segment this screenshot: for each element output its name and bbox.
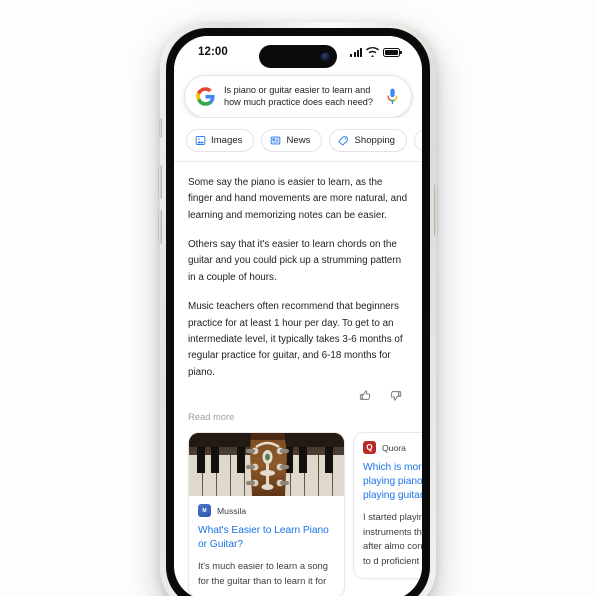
news-icon	[271, 136, 281, 145]
chip-videos[interactable]: Videos	[414, 128, 422, 152]
dynamic-island	[259, 45, 337, 68]
images-icon	[195, 135, 206, 145]
google-logo-icon	[196, 87, 215, 106]
chip-label: News	[286, 134, 311, 146]
chip-shopping[interactable]: Shopping	[329, 128, 408, 152]
microphone-icon[interactable]	[385, 88, 400, 105]
quora-favicon: Q	[363, 441, 376, 455]
feedback-controls[interactable]	[188, 387, 408, 402]
card-source-name: Quora	[382, 442, 406, 453]
filter-chips[interactable]: Images News Shopping	[174, 117, 422, 161]
card-snippet: I started playing instruments th now, af…	[363, 511, 422, 567]
thumbs-down-icon[interactable]	[389, 389, 402, 402]
phone-device: 12:00 Is piano or guitar easier to learn…	[158, 22, 438, 596]
phone-bezel: 12:00 Is piano or guitar easier to learn…	[166, 28, 430, 596]
card-snippet: It's much easier to learn a song for the…	[198, 560, 328, 586]
status-bar: 12:00	[174, 36, 422, 68]
answer-paragraph: Others say that it's easier to learn cho…	[188, 239, 402, 283]
guitar-headstock-on-piano-keys-photo	[189, 433, 344, 497]
card-title[interactable]: Which is more playing piano playing guit…	[363, 461, 422, 503]
chip-label: Images	[211, 134, 243, 146]
search-bar[interactable]: Is piano or guitar easier to learn and h…	[184, 75, 412, 118]
result-card-quora[interactable]: Q Quora Which is more playing piano play…	[353, 432, 422, 579]
cellular-signal-icon	[350, 47, 362, 57]
card-body: Q Quora Which is more playing piano play…	[354, 433, 422, 577]
chip-label: Shopping	[354, 134, 396, 146]
answer-paragraph: Music teachers often recommend that begi…	[188, 301, 403, 378]
card-source: M Mussila	[198, 504, 335, 518]
silence-switch[interactable]	[159, 118, 162, 138]
card-source-name: Mussila	[217, 505, 247, 516]
ai-answer: Some say the piano is easier to learn, a…	[174, 161, 422, 433]
result-card-mussila[interactable]: M Mussila What's Easier to Learn Piano o…	[188, 432, 345, 596]
volume-down-button[interactable]	[158, 210, 162, 244]
chip-images[interactable]: Images	[186, 128, 255, 152]
page-root: 12:00 Is piano or guitar easier to learn…	[0, 0, 596, 596]
phone-screen: 12:00 Is piano or guitar easier to learn…	[174, 36, 422, 596]
wifi-icon	[366, 47, 379, 57]
shopping-tag-icon	[339, 136, 349, 146]
battery-full-icon	[383, 47, 402, 57]
chip-news[interactable]: News	[261, 128, 323, 152]
front-camera-icon	[321, 52, 330, 61]
mussila-favicon: M	[198, 504, 211, 518]
status-icons	[350, 47, 402, 57]
volume-up-button[interactable]	[158, 165, 162, 199]
card-source: Q Quora	[363, 441, 422, 455]
thumbs-up-icon[interactable]	[359, 389, 372, 402]
card-body: M Mussila What's Easier to Learn Piano o…	[189, 496, 344, 596]
power-button[interactable]	[434, 184, 438, 236]
result-cards: M Mussila What's Easier to Learn Piano o…	[174, 432, 422, 596]
search-bar-container: Is piano or guitar easier to learn and h…	[174, 68, 422, 118]
status-time: 12:00	[198, 46, 228, 58]
search-query-text[interactable]: Is piano or guitar easier to learn and h…	[224, 84, 376, 109]
card-title[interactable]: What's Easier to Learn Piano or Guitar?	[198, 524, 335, 552]
answer-paragraph: Some say the piano is easier to learn, a…	[188, 176, 408, 221]
read-more-link[interactable]: Read more	[188, 402, 408, 432]
